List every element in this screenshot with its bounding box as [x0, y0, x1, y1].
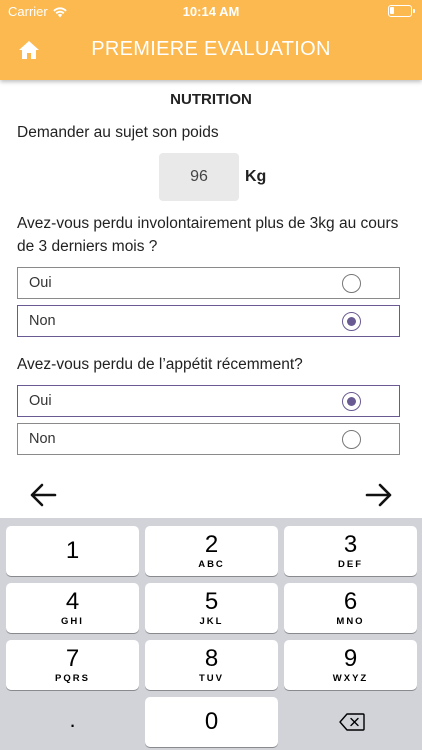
key-dot[interactable]: .: [6, 697, 139, 747]
numeric-keyboard: 1 2 ABC 3 DEF 4 GHI 5 JKL 6 MNO 7 PQRS 8…: [0, 518, 422, 750]
key-0[interactable]: 0: [145, 697, 278, 747]
key-4[interactable]: 4 GHI: [6, 583, 139, 633]
key-digit: 7: [65, 645, 80, 672]
backspace-icon: [339, 713, 365, 731]
option-label: Oui: [29, 275, 52, 291]
option-label: Oui: [29, 393, 52, 409]
key-digit: 3: [343, 531, 358, 558]
key-7[interactable]: 7 PQRS: [6, 640, 139, 690]
weight-question: Demander au sujet son poids: [17, 124, 219, 141]
weight-unit: Kg: [245, 168, 267, 185]
key-letters: WXYZ: [332, 673, 369, 684]
key-dot-label: .: [69, 707, 76, 732]
key-digit: 6: [343, 588, 358, 615]
key-digit: 8: [204, 645, 219, 672]
radio-unselected-icon[interactable]: [342, 430, 361, 449]
radio-unselected-icon[interactable]: [342, 274, 361, 293]
key-letters: GHI: [61, 616, 84, 627]
weight-loss-option-non[interactable]: Non: [17, 305, 400, 337]
key-digit: 0: [204, 708, 219, 735]
appetite-option-non[interactable]: Non: [17, 423, 400, 455]
appetite-question: Avez-vous perdu de l’appétit récemment?: [17, 356, 303, 373]
key-8[interactable]: 8 TUV: [145, 640, 278, 690]
key-digit: 5: [204, 588, 219, 615]
arrow-right-icon[interactable]: [364, 480, 394, 510]
page-title: PREMIERE EVALUATION: [91, 38, 331, 60]
status-time: 10:14 AM: [182, 4, 240, 19]
appetite-option-oui[interactable]: Oui: [17, 385, 400, 417]
key-1[interactable]: 1: [6, 526, 139, 576]
key-letters: TUV: [199, 673, 224, 684]
key-letters: PQRS: [55, 673, 90, 684]
key-digit: 9: [343, 645, 358, 672]
key-digit: 1: [65, 537, 80, 564]
key-2[interactable]: 2 ABC: [145, 526, 278, 576]
arrow-left-icon[interactable]: [28, 480, 58, 510]
key-letters: JKL: [199, 616, 224, 627]
key-3[interactable]: 3 DEF: [284, 526, 417, 576]
radio-selected-icon[interactable]: [342, 392, 361, 411]
section-title: NUTRITION: [170, 91, 252, 108]
radio-selected-icon[interactable]: [342, 312, 361, 331]
delete-key[interactable]: [284, 697, 417, 747]
key-digit: 4: [65, 588, 80, 615]
option-label: Non: [29, 313, 56, 329]
key-letters: DEF: [338, 559, 363, 570]
key-letters: MNO: [336, 616, 365, 627]
key-5[interactable]: 5 JKL: [145, 583, 278, 633]
key-9[interactable]: 9 WXYZ: [284, 640, 417, 690]
app-header: Carrier 10:14 AM PREMIERE EVALUATION: [0, 0, 422, 80]
weight-input[interactable]: 96: [159, 153, 239, 201]
key-digit: 2: [204, 531, 219, 558]
weight-loss-question: Avez-vous perdu involontairement plus de…: [17, 215, 399, 255]
key-6[interactable]: 6 MNO: [284, 583, 417, 633]
status-bar: Carrier 10:14 AM: [0, 0, 422, 24]
option-label: Non: [29, 431, 56, 447]
key-letters: ABC: [198, 559, 225, 570]
weight-loss-option-oui[interactable]: Oui: [17, 267, 400, 299]
battery-icon: [388, 5, 415, 17]
